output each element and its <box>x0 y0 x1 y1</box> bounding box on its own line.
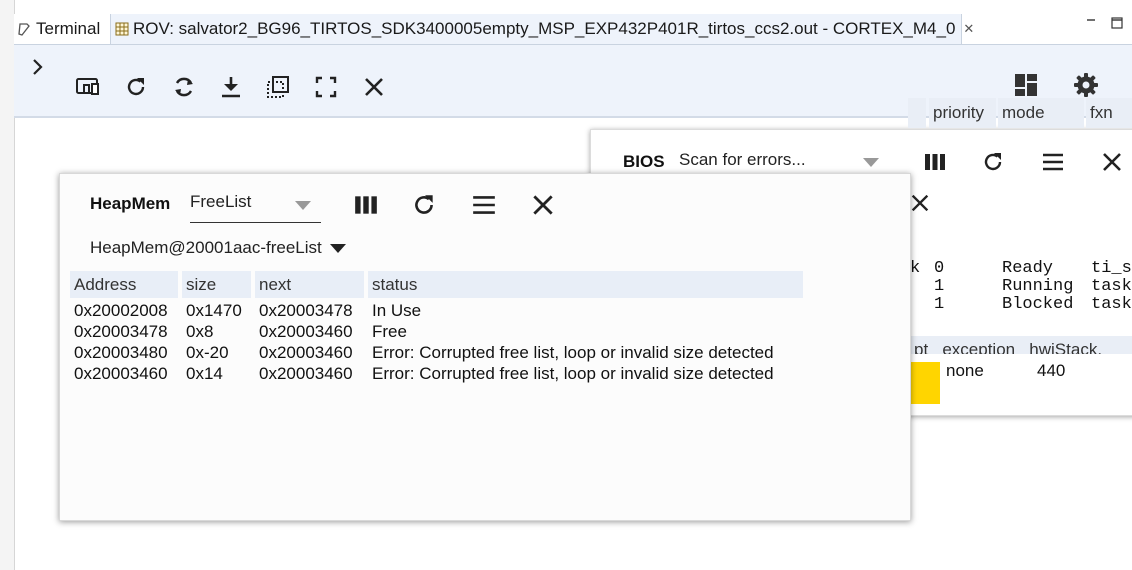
select-region-icon <box>267 76 289 98</box>
heapmem-view-select[interactable]: FreeList <box>190 192 321 223</box>
download-button[interactable] <box>215 71 247 103</box>
hwi-stack-value: 440 <box>1037 361 1066 380</box>
maximize-icon[interactable] <box>1108 14 1126 32</box>
cell-next: 0x20003460 <box>259 364 353 383</box>
task-row-pre: k <box>910 259 921 278</box>
columns-icon <box>355 196 377 214</box>
col-header-next[interactable]: next <box>255 271 364 298</box>
minimize-icon[interactable] <box>1082 14 1100 32</box>
cell-size: 0x1470 <box>186 301 242 320</box>
settings-button[interactable] <box>1070 69 1102 101</box>
refresh-icon <box>984 153 1002 171</box>
instance-value: HeapMem@20001aac-freeList <box>90 238 322 257</box>
dashboard-icon <box>1015 74 1037 96</box>
cell-next: 0x20003478 <box>259 301 353 320</box>
cell-status: In Use <box>372 301 422 320</box>
refresh-button[interactable] <box>409 190 439 220</box>
left-gutter <box>0 0 15 570</box>
col-header-status[interactable]: status <box>368 271 803 298</box>
task-priority: 1 <box>934 277 945 296</box>
task-mode: Ready <box>1002 259 1054 278</box>
terminal-icon <box>16 21 32 37</box>
chevron-down-icon <box>295 201 311 210</box>
dashboard-button[interactable] <box>1010 69 1042 101</box>
columns-icon <box>925 154 945 170</box>
download-icon <box>222 77 240 98</box>
cell-size: 0x8 <box>186 322 214 341</box>
chevron-down-icon <box>329 243 346 253</box>
refresh-button[interactable] <box>979 148 1007 176</box>
bios-title: BIOS <box>623 152 665 171</box>
grid-icon <box>115 21 129 37</box>
cell-size: 0x-20 <box>186 343 229 362</box>
cell-address: 0x20002008 <box>74 301 168 320</box>
columns-button[interactable] <box>351 190 381 220</box>
col-header-size[interactable]: size <box>182 271 251 298</box>
close-icon <box>533 195 553 215</box>
menu-button[interactable] <box>1039 148 1067 176</box>
cell-next: 0x20003460 <box>259 322 353 341</box>
editor-tab-bar: Terminal ROV: salvator2_BG96_TIRTOS_SDK3… <box>14 14 1132 44</box>
cell-status: Free <box>372 322 407 341</box>
heapmem-view-value: FreeList <box>190 192 252 211</box>
task-col-header-blank <box>908 98 926 128</box>
task-fxn: task <box>1091 295 1132 314</box>
cell-address: 0x20003460 <box>74 364 168 383</box>
cell-size: 0x14 <box>186 364 223 383</box>
close-icon <box>365 78 383 96</box>
col-header-address[interactable]: Address <box>70 271 178 298</box>
cell-address: 0x20003478 <box>74 322 168 341</box>
expand-chevron-icon[interactable] <box>28 55 48 79</box>
refresh-button[interactable] <box>120 71 152 103</box>
exception-headers: pt exception hwiStack. <box>914 340 1103 354</box>
gear-icon <box>1074 73 1098 97</box>
refresh-icon <box>415 195 433 214</box>
bios-view-value: Scan for errors... <box>679 150 806 169</box>
cell-address: 0x20003480 <box>74 343 168 362</box>
task-col-header: mode <box>998 98 1084 128</box>
menu-icon <box>1043 153 1063 171</box>
close-button[interactable] <box>1098 148 1126 176</box>
tab-label: ROV: salvator2_BG96_TIRTOS_SDK3400005emp… <box>133 19 956 38</box>
task-col-header: fxn <box>1086 98 1132 128</box>
task-priority: 1 <box>934 295 945 314</box>
instance-select[interactable]: HeapMem@20001aac-freeList <box>90 238 346 258</box>
task-col-header: priority <box>929 98 996 128</box>
task-priority: 0 <box>934 259 945 278</box>
chevron-down-icon <box>863 158 879 167</box>
close-button[interactable] <box>358 71 390 103</box>
task-fxn: ti_s <box>1091 259 1132 278</box>
exception-value: none <box>946 361 984 380</box>
device-icon <box>76 78 99 95</box>
select-region-button[interactable] <box>262 71 294 103</box>
task-mode: Running <box>1002 277 1074 296</box>
cell-status: Error: Corrupted free list, loop or inva… <box>372 343 774 362</box>
task-mode: Blocked <box>1002 295 1074 314</box>
fullscreen-icon <box>315 76 337 98</box>
heapmem-view-window[interactable]: HeapMem FreeList HeapMem@20001aac-freeLi… <box>59 173 911 521</box>
tab-terminal[interactable]: Terminal <box>16 14 108 44</box>
bios-view-select[interactable]: Scan for errors... <box>679 150 879 174</box>
cell-next: 0x20003460 <box>259 343 353 362</box>
menu-icon <box>473 196 495 214</box>
menu-button[interactable] <box>469 190 499 220</box>
status-highlight-cell <box>910 362 940 404</box>
fullscreen-button[interactable] <box>310 71 342 103</box>
device-connect-button[interactable] <box>72 71 104 103</box>
close-icon <box>1103 153 1121 171</box>
columns-button[interactable] <box>921 148 949 176</box>
close-button[interactable] <box>528 190 558 220</box>
tab-label: Terminal <box>36 19 101 38</box>
auto-refresh-button[interactable] <box>168 71 200 103</box>
sync-icon <box>175 77 193 97</box>
cell-status: Error: Corrupted free list, loop or inva… <box>372 364 774 383</box>
exception-header-row: pt exception hwiStack. <box>908 318 1132 354</box>
close-tab-icon[interactable]: ✕ <box>963 21 974 37</box>
task-fxn: task <box>1091 277 1132 296</box>
refresh-icon <box>127 78 145 96</box>
close-icon <box>911 194 929 212</box>
tab-rov[interactable]: ROV: salvator2_BG96_TIRTOS_SDK3400005emp… <box>110 14 974 44</box>
heapmem-title: HeapMem <box>90 194 171 213</box>
